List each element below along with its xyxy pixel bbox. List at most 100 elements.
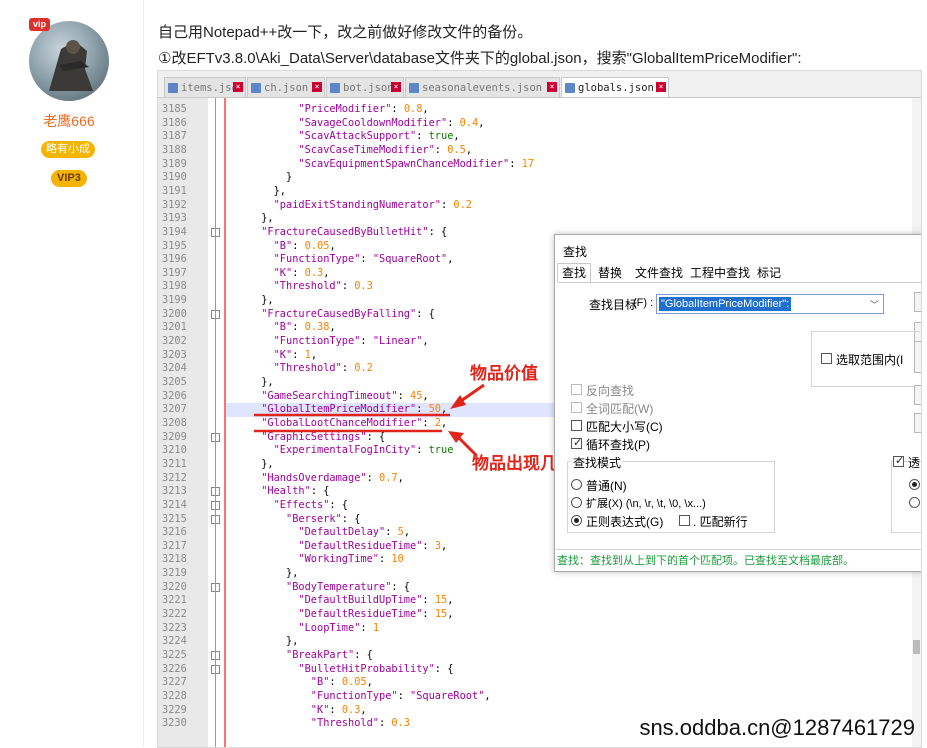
code-line: "K": 1, [273, 348, 318, 361]
line-number: 3196 [162, 253, 187, 266]
post-text-line-2: ①改EFTv3.8.0\Aki_Data\Server\database文件夹下… [158, 50, 802, 67]
code-line: "GlobalLootChanceModifier": 2, [261, 416, 448, 429]
code-line: "FunctionType": "Linear", [273, 335, 429, 348]
line-number: 3185 [162, 103, 187, 115]
dot-newline-label: . 匹配新行 [693, 515, 748, 529]
find-dialog: 查找 查找 替换 文件查找 工程中查找 标记 查找目标 (F) : "Globa… [554, 234, 921, 572]
close-button[interactable] [914, 413, 921, 433]
line-number: 3228 [162, 689, 187, 702]
code-line: "BulletHitProbability": { [298, 662, 454, 675]
close-icon[interactable]: × [312, 82, 322, 92]
line-number: 3187 [162, 130, 187, 143]
code-line: "SavageCooldownModifier": 0.4, [298, 116, 485, 129]
file-icon [168, 83, 178, 93]
avatar-image-icon [49, 40, 93, 91]
watermark: sns.oddba.cn@1287461729 [639, 715, 915, 740]
find-next-button[interactable] [914, 292, 921, 312]
mode-normal-radio[interactable] [571, 479, 582, 490]
line-number: 3198 [162, 280, 187, 293]
line-number: 3204 [162, 362, 187, 375]
code-line: }, [224, 376, 274, 388]
tab-mark[interactable]: 标记 [752, 263, 786, 283]
code-line: "Threshold": 0.3 [310, 717, 411, 730]
mode-regex-radio[interactable] [571, 515, 582, 526]
find-all-current-button[interactable] [914, 341, 921, 373]
tab-find-in-project[interactable]: 工程中查找 [685, 263, 755, 283]
line-number: 3212 [162, 471, 187, 484]
code-line: "BodyTemperature": { [286, 580, 410, 593]
scrollbar-thumb[interactable] [913, 640, 920, 654]
dot-newline-checkbox[interactable] [679, 515, 690, 526]
editor-tab[interactable]: items.json × [164, 77, 246, 97]
in-selection-label: 选取范围内(I [836, 353, 904, 367]
tab-find[interactable]: 查找 [557, 263, 592, 282]
username-link[interactable]: 老鹰666 [0, 111, 138, 131]
chevron-down-icon[interactable]: ﹀ [870, 298, 879, 311]
editor-tab[interactable]: seasonalevents.json × [405, 77, 560, 97]
file-icon [330, 83, 340, 93]
code-line: "B": 0.38, [273, 321, 336, 334]
editor-tab[interactable]: ch.json × [247, 77, 325, 97]
wrap-checkbox[interactable] [571, 436, 582, 449]
line-number: 3226 [162, 662, 187, 675]
find-input[interactable]: "GlobalItemPriceModifier": ﹀ [656, 294, 884, 314]
fold-margin [208, 98, 224, 747]
annotation-price: 物品价值 [470, 364, 538, 383]
close-icon[interactable]: × [547, 82, 557, 92]
close-icon[interactable]: × [656, 82, 666, 92]
editor-tab-label: globals.json [578, 82, 654, 94]
line-number: 3203 [162, 348, 187, 361]
code-line: "GlobalItemPriceModifier": 50, [224, 403, 554, 417]
line-number: 3190 [162, 171, 187, 184]
line-number: 3189 [162, 157, 187, 170]
code-line: "Berserk": { [286, 512, 361, 525]
reverse-checkbox[interactable] [571, 384, 582, 395]
transparency-always-radio[interactable] [909, 497, 920, 508]
code-line: "HandsOverdamage": 0.7, [261, 471, 404, 484]
code-line: "GraphicSettings": { [261, 430, 386, 443]
editor-tab[interactable]: globals.json × [561, 77, 669, 97]
line-number: 3208 [162, 416, 187, 429]
code-line: "Effects": { [273, 498, 349, 511]
line-number: 3202 [162, 335, 187, 348]
code-line: "Health": { [261, 485, 330, 498]
find-accel: (F) : [633, 297, 654, 309]
editor-tab[interactable]: bot.json × [326, 77, 404, 97]
editor-tab-bar: items.json × ch.json × bot.json × seasonaleven… [158, 71, 921, 98]
whole-word-label: 全词匹配(W) [586, 402, 654, 416]
line-number: 3215 [162, 512, 187, 525]
mode-extended-radio[interactable] [571, 497, 582, 508]
tab-find-in-files[interactable]: 文件查找 [630, 263, 688, 283]
status-bar: 查找：查找到从上到下的首个匹配项。已查找至文档最底部。 [555, 549, 921, 571]
tab-separator [558, 282, 921, 283]
code-line: "DefaultDelay": 5, [298, 526, 411, 539]
line-number: 3207 [162, 403, 187, 416]
find-all-open-button[interactable] [914, 385, 921, 405]
line-number: 3217 [162, 539, 187, 552]
line-number: 3188 [162, 143, 187, 156]
find-input-value: "GlobalItemPriceModifier": [659, 297, 792, 311]
line-number: 3197 [162, 266, 187, 279]
line-number: 3224 [162, 635, 187, 648]
code-line: "WorkingTime": 10 [298, 553, 404, 566]
line-number: 3227 [162, 676, 187, 689]
in-selection-checkbox[interactable] [821, 353, 832, 364]
line-number: 3222 [162, 608, 187, 621]
line-number: 3201 [162, 321, 187, 334]
edge-ruler [224, 98, 226, 747]
close-icon[interactable]: × [233, 82, 243, 92]
avatar[interactable] [29, 21, 109, 101]
line-number: 3218 [162, 553, 187, 566]
editor-tab-label: seasonalevents.json [422, 82, 543, 94]
whole-word-checkbox[interactable] [571, 402, 582, 413]
reverse-label: 反向查找 [586, 384, 635, 398]
tab-replace[interactable]: 替换 [593, 263, 627, 283]
code-line: "Threshold": 0.3 [273, 280, 373, 293]
line-number: 3223 [162, 621, 187, 634]
dialog-title: 查找 [563, 245, 588, 259]
code-line: "PriceModifier": 0.8, [298, 103, 429, 115]
close-icon[interactable]: × [391, 82, 401, 92]
match-case-checkbox[interactable] [571, 420, 582, 431]
transparency-on-lose-focus-radio[interactable] [909, 479, 920, 490]
transparency-checkbox[interactable] [893, 454, 904, 467]
